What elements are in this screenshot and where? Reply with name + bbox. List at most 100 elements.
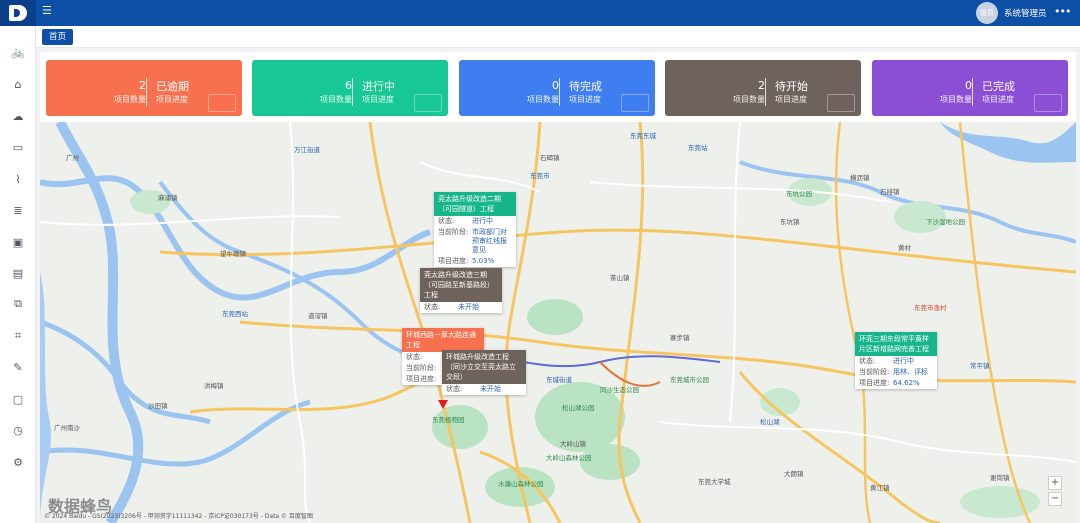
popup-key: 项目进度: (859, 379, 890, 387)
card-status-sub: 项目进度 (775, 95, 807, 104)
map-place-label: 松山湖 (760, 418, 780, 426)
map-place-label: 大朗镇 (784, 470, 804, 478)
card-count-label: 项目数量 (527, 95, 559, 104)
card-status: 已完成 (982, 80, 1015, 93)
main-content: 2 项目数量 已逾期 项目进度 6 项目数量 进行中 项目进度 0 项目数量 待… (40, 52, 1076, 523)
zoom-in-button[interactable]: + (1048, 476, 1062, 490)
map-place-label: 黄江镇 (870, 484, 890, 492)
card-status-sub: 项目进度 (156, 95, 188, 104)
card-pending-complete[interactable]: 0 项目数量 待完成 项目进度 (459, 60, 655, 116)
popup-value: 进行中 (472, 217, 493, 225)
edit-icon[interactable]: ✎ (10, 359, 26, 375)
map-place-label: 谢岗镇 (990, 474, 1010, 482)
map-place-label: 东坑公园 (786, 190, 812, 198)
copy-icon[interactable]: ⧉ (10, 296, 26, 312)
settings-icon[interactable]: ⚙ (10, 454, 26, 470)
user-name[interactable]: 系统管理员 (1004, 7, 1047, 19)
map-place-label: 茶山镇 (610, 274, 630, 282)
popup-key: 项目进度: (406, 375, 437, 383)
popup-value: 未开始 (458, 303, 479, 311)
map-place-label: 黄村 (898, 244, 911, 252)
sidebar: 🚲 ⌂ ☁ ▭ ⌇ ≣ ▣ ▤ ⧉ ⌗ ✎ ▢ ◷ ⚙ (0, 26, 36, 523)
popup-key: 当前阶段: (438, 228, 469, 236)
card-divider (352, 78, 353, 106)
popup-key: 状态: (438, 217, 455, 225)
card-status: 进行中 (362, 80, 395, 93)
map-base (40, 122, 1076, 523)
map-place-label: 广州 (66, 154, 79, 162)
popup-title: 莞太路升级改造二期（可园隧道）工程 (434, 192, 516, 216)
project-popup-4[interactable]: 环城路升级改造工程（同沙立交至莞太路立交段） 状态: 未开始 (442, 350, 526, 395)
card-status: 待完成 (569, 80, 602, 93)
map-place-label: 横沥镇 (850, 174, 870, 182)
home-icon[interactable]: ⌂ (10, 76, 26, 92)
card-count-label: 项目数量 (940, 95, 972, 104)
project-popup-2[interactable]: 莞太路升级改造三期（可园路至新基路段）工程 状态: 未开始 (420, 268, 502, 313)
popup-title: 莞太路升级改造三期（可园路至新基路段）工程 (420, 268, 502, 302)
map-place-label: 东莞站 (688, 144, 708, 152)
project-map[interactable]: 广州 万江街道 麻涌镇 东莞西站 望牛墩镇 道滘镇 洪梅镇 东莞植物园 水濂山森… (40, 122, 1076, 523)
map-place-label: 东莞市 (530, 172, 550, 180)
card-status: 待开始 (775, 80, 808, 93)
attachment-icon[interactable]: ⌇ (10, 171, 26, 187)
card-count: 2 (758, 79, 765, 92)
map-place-label: 洪梅镇 (204, 382, 224, 390)
map-place-label: 寮步镇 (670, 334, 690, 342)
card-decoration-icon (621, 94, 649, 112)
cloud-icon[interactable]: ☁ (10, 108, 26, 124)
card-decoration-icon (414, 94, 442, 112)
more-options-icon[interactable]: ••• (1054, 5, 1071, 18)
map-place-label: 常平镇 (970, 362, 990, 370)
card-in-progress[interactable]: 6 项目数量 进行中 项目进度 (252, 60, 448, 116)
id-card-icon[interactable]: ▣ (10, 234, 26, 250)
tab-bar: 首页 (36, 26, 1080, 48)
menu-toggle-icon[interactable]: ☰ (42, 5, 52, 16)
inbox-icon[interactable]: ▤ (10, 265, 26, 281)
avatar[interactable]: 管员 (976, 2, 998, 24)
bike-icon[interactable]: 🚲 (10, 44, 26, 60)
card-not-started[interactable]: 2 项目数量 待开始 项目进度 (665, 60, 861, 116)
card-overdue[interactable]: 2 项目数量 已逾期 项目进度 (46, 60, 242, 116)
card-decoration-icon (1034, 94, 1062, 112)
map-place-label: 水濂山森林公园 (498, 480, 544, 488)
card-count-label: 项目数量 (114, 95, 146, 104)
map-marker-icon[interactable] (438, 400, 448, 410)
popup-value: 5.03% (472, 257, 495, 265)
map-place-label: 同沙生态公园 (600, 386, 639, 394)
app-logo[interactable] (0, 0, 36, 26)
timer-icon[interactable]: ◷ (10, 422, 26, 438)
presentation-icon[interactable]: ▭ (10, 139, 26, 155)
zoom-out-button[interactable]: − (1048, 492, 1062, 506)
popup-title: 环城路升级改造工程（同沙立交至莞太路立交段） (442, 350, 526, 384)
card-completed[interactable]: 0 项目数量 已完成 项目进度 (872, 60, 1068, 116)
map-place-label: 东莞植物园 (432, 416, 465, 424)
popup-title: 环莞三期东段常平黄样片区新增路网完善工程 (855, 332, 937, 356)
map-place-label: 东莞西站 (222, 310, 248, 318)
map-place-label: 东莞大学城 (698, 478, 731, 486)
tab-home[interactable]: 首页 (42, 29, 74, 45)
popup-key: 状态: (446, 385, 463, 393)
popup-value: 64.62% (893, 379, 920, 387)
map-place-label: 东城街道 (546, 376, 572, 384)
map-place-label: 下沙湿地公园 (926, 218, 965, 226)
card-status-sub: 项目进度 (569, 95, 601, 104)
card-count: 0 (965, 79, 972, 92)
card-divider (559, 78, 560, 106)
card-count: 6 (345, 79, 352, 92)
top-header: ☰ 管员 系统管理员 ••• (0, 0, 1080, 26)
database-icon[interactable]: ≣ (10, 202, 26, 218)
crop-icon[interactable]: ⌗ (10, 328, 26, 344)
popup-title: 环城西路－厚大路连通工程 (402, 328, 484, 352)
card-count-label: 项目数量 (320, 95, 352, 104)
folder-icon[interactable]: ▢ (10, 391, 26, 407)
popup-value: 未开始 (480, 385, 501, 393)
project-popup-1[interactable]: 莞太路升级改造二期（可园隧道）工程 状态: 进行中 当前阶段: 市政部门对预审红线报… (434, 192, 516, 267)
map-place-label: 沙田镇 (148, 402, 168, 410)
map-copyright: © 2024 Baidu - GS(2023)3206号 - 甲测资字11111… (44, 513, 313, 520)
map-place-label: 麻涌镇 (158, 194, 178, 202)
project-popup-5[interactable]: 环莞三期东段常平黄样片区新增路网完善工程 状态: 进行中 当前阶段: 用林、评标 项… (855, 332, 937, 389)
card-decoration-icon (827, 94, 855, 112)
popup-value: 市政部门对预审红线报意见 (472, 228, 507, 254)
map-place-label: 东莞东城 (630, 132, 656, 140)
card-divider (765, 78, 766, 106)
